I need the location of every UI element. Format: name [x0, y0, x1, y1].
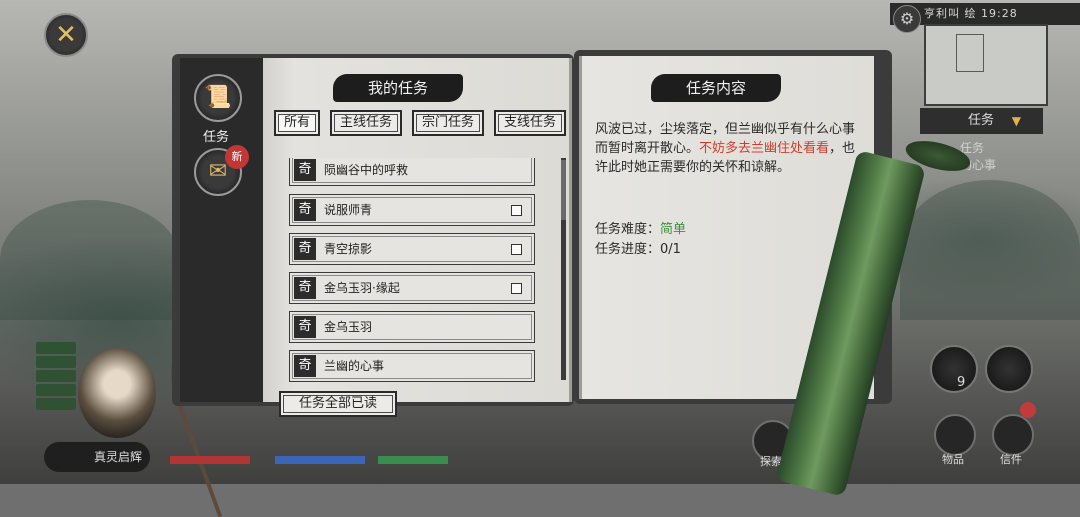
side-tab-label: 任务 — [968, 113, 995, 128]
quest-detail-title: 任务内容 — [651, 74, 781, 102]
quest-name: 陨幽谷中的呼救 — [324, 163, 409, 177]
quest-description: 风波已过，尘埃落定，但兰幽似乎有什么心事而暂时离开散心。不妨多去兰幽住处看看，也… — [595, 120, 857, 177]
close-button[interactable]: ✕ — [44, 13, 88, 57]
new-badge: 新 — [225, 145, 249, 169]
quest-type-icon: 奇 — [294, 238, 316, 260]
letters-button[interactable] — [992, 414, 1034, 456]
tab-side-quest[interactable]: 支线任务 — [494, 110, 566, 136]
quest-name: 兰幽的心事 — [324, 359, 385, 373]
player-avatar[interactable] — [78, 348, 156, 438]
quest-row[interactable]: 奇 金乌玉羽·缘起 — [289, 272, 535, 304]
quest-type-icon: 奇 — [294, 199, 316, 221]
letters-label: 信件 — [1000, 453, 1022, 466]
quest-type-icon: 奇 — [294, 277, 316, 299]
items-button[interactable] — [934, 414, 976, 456]
items-label: 物品 — [942, 453, 964, 466]
quest-row[interactable]: 奇 金乌玉羽 — [289, 311, 535, 343]
my-quests-title: 我的任务 — [333, 74, 463, 102]
tab-all[interactable]: 所有 — [274, 110, 320, 136]
quest-row[interactable]: 奇 说服师青 — [289, 194, 535, 226]
settings-gear-icon[interactable]: ⚙ — [893, 5, 921, 33]
scrollbar-thumb[interactable] — [561, 160, 566, 220]
task-nav-label: 任务 — [203, 130, 230, 145]
mp-bar — [275, 456, 365, 464]
quest-list[interactable]: 奇 陨幽谷中的呼救 奇 说服师青 奇 青空掠影 奇 金乌玉羽·缘起 奇 金乌玉羽… — [289, 158, 537, 384]
quest-row[interactable]: 奇 陨幽谷中的呼救 — [289, 158, 535, 186]
side-quest-tab[interactable]: 任务 ▼ — [920, 108, 1043, 134]
quest-name: 金乌玉羽 — [324, 320, 373, 334]
shortcut-item[interactable] — [36, 342, 76, 354]
background-mountain — [0, 200, 180, 320]
shortcut-item[interactable] — [36, 398, 76, 410]
difficulty-value: 简单 — [660, 222, 687, 237]
chevron-down-icon: ▼ — [1011, 114, 1021, 128]
track-checkbox[interactable] — [511, 283, 522, 294]
progress-row: 任务进度：0/1 — [595, 238, 681, 257]
minimap-marker — [956, 34, 984, 72]
shortcut-item[interactable] — [36, 356, 76, 368]
background-mountain — [900, 180, 1080, 320]
task-scroll-button[interactable]: 📜 — [194, 74, 242, 122]
yin-yang-icon[interactable] — [930, 345, 978, 393]
minimap[interactable] — [924, 24, 1048, 106]
close-icon: ✕ — [55, 20, 77, 50]
progress-label: 任务进度： — [595, 242, 661, 257]
shortcut-item[interactable] — [36, 370, 76, 382]
quest-type-icon: 奇 — [294, 159, 316, 181]
hp-bar — [170, 456, 250, 464]
quest-name: 青空掠影 — [324, 242, 373, 256]
scroll-icon: 📜 — [204, 85, 232, 110]
top-status-text: 亨利叫 绘 19:28 — [924, 7, 1018, 20]
left-shortcut-list — [36, 342, 76, 412]
tab-main-quest[interactable]: 主线任务 — [330, 110, 402, 136]
shortcut-item[interactable] — [36, 384, 76, 396]
player-name[interactable]: 真灵启辉 — [44, 442, 150, 472]
quest-row[interactable]: 奇 青空掠影 — [289, 233, 535, 265]
spirit-beast-icon[interactable] — [985, 345, 1033, 393]
difficulty-label: 任务难度： — [595, 222, 661, 237]
difficulty-row: 任务难度：简单 — [595, 218, 686, 237]
quest-type-icon: 奇 — [294, 316, 316, 338]
quest-type-icon: 奇 — [294, 355, 316, 377]
track-checkbox[interactable] — [511, 205, 522, 216]
tab-sect-quest[interactable]: 宗门任务 — [412, 110, 484, 136]
mark-all-read-button[interactable]: 任务全部已读 — [279, 391, 397, 417]
buff-count: 9 — [957, 375, 966, 390]
quest-row[interactable]: 奇 兰幽的心事 — [289, 350, 535, 382]
quest-name: 说服师青 — [324, 203, 373, 217]
track-checkbox[interactable] — [511, 244, 522, 255]
description-highlight: 不妨多去兰幽住处看看 — [699, 141, 830, 156]
progress-value: 0/1 — [660, 242, 681, 257]
quest-name: 金乌玉羽·缘起 — [324, 281, 400, 295]
notification-dot — [1020, 402, 1036, 418]
stamina-bar — [378, 456, 448, 464]
